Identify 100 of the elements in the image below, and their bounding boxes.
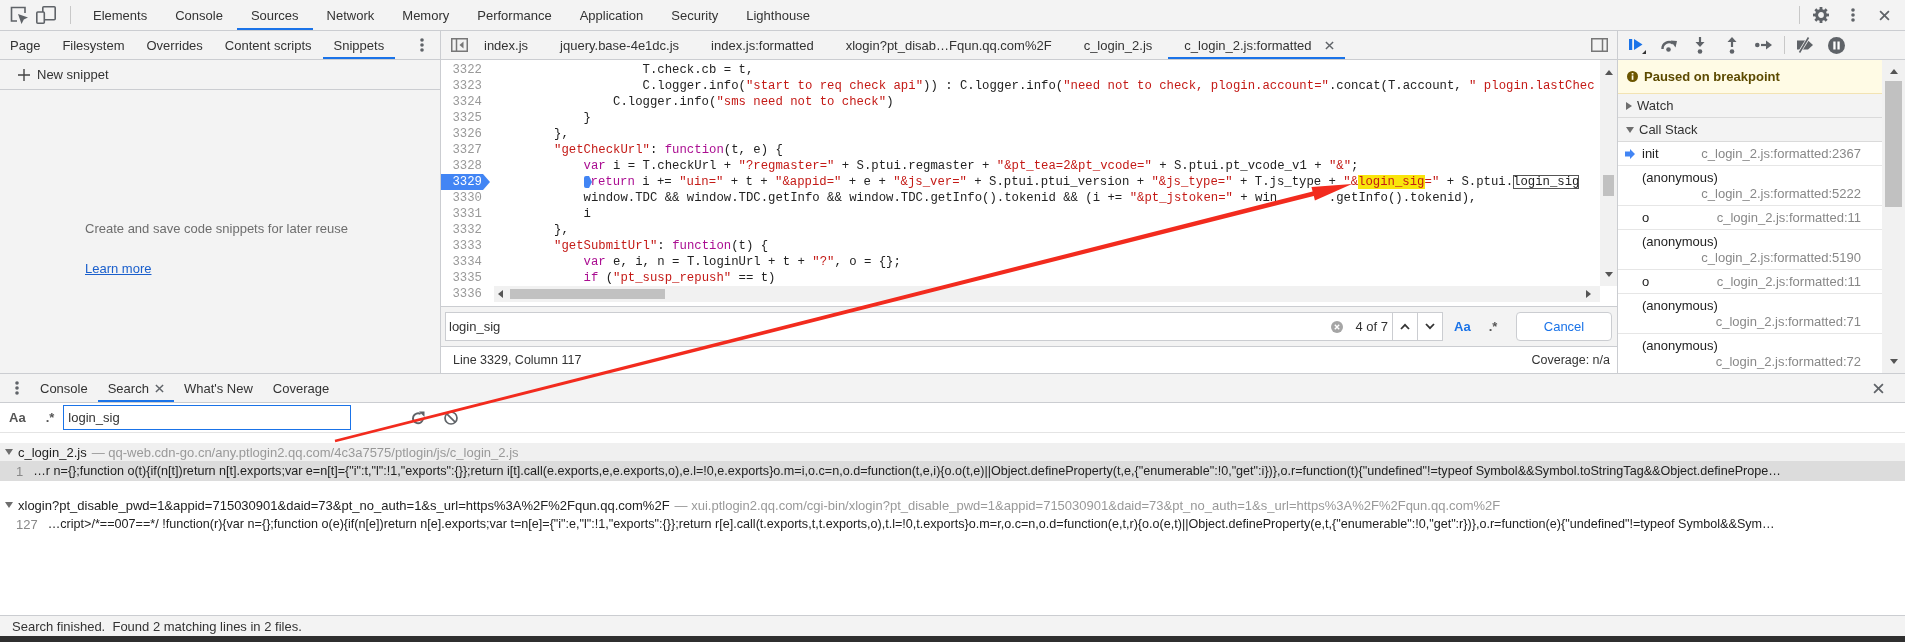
line-number: 3332 — [451, 222, 483, 238]
close-icon[interactable] — [154, 383, 164, 393]
regex-button[interactable]: .* — [45, 408, 55, 427]
panel-toggle-icon[interactable] — [451, 38, 468, 52]
triangle-left-icon[interactable] — [498, 290, 503, 298]
refresh-icon[interactable] — [411, 410, 426, 425]
line-number: 3326 — [451, 126, 483, 142]
line-number: 3333 — [451, 238, 483, 254]
file-tab[interactable]: c_login_2.js:formatted — [1168, 31, 1346, 59]
cursor-box-icon[interactable] — [10, 6, 28, 24]
regex-button[interactable]: .* — [1486, 317, 1500, 336]
call-stack-frame[interactable]: (anonymous) c_login_2.js:formatted:72 — [1618, 334, 1882, 373]
tab[interactable]: Security — [657, 0, 733, 30]
close-icon[interactable] — [1873, 382, 1884, 394]
tab[interactable]: Coverage — [262, 374, 340, 402]
triangle-right-icon[interactable] — [1626, 101, 1632, 110]
search-field[interactable]: login_sig — [63, 405, 352, 430]
code-line: }, — [553, 223, 569, 237]
plus-icon — [18, 68, 30, 81]
step-over-icon[interactable] — [1659, 38, 1678, 52]
file-tab[interactable]: xlogin?pt_disab…Fqun.qq.com%2F — [829, 31, 1068, 59]
gear-icon[interactable] — [1813, 7, 1829, 23]
tab[interactable]: Page — [0, 31, 52, 59]
search-result-line[interactable]: 127 …cript>/*==007==*/ !function(r){var n={};function o(e){if(n[e])return n[e].exports;var t=n[e]={"i":e,"l":!1,"exports":{}};return r[e].call(t.exports,t,t.exports,o),t.l=!0,t.exports}o.m=r,o.c=n,o.d=function(e,t,r){o.o(e,t)||Object.defineProperty(e,t,{"enumerable":!0,"get":r})},o.r=function(e){"undefined"!=typeof Symbol&&Sym… — [0, 514, 1905, 534]
previous-match-button[interactable] — [1393, 312, 1418, 341]
tab[interactable]: Console — [30, 374, 98, 402]
section-header[interactable]: Watch — [1618, 94, 1882, 118]
step-out-icon[interactable] — [1726, 36, 1737, 54]
code-line: C.logger.info("start to req check api")) : C.logger.info("need not to check, plogin.account=".concat(T.account, " plogin.lastChec — [641, 79, 1595, 93]
file-tab[interactable]: index.js:formatted — [695, 31, 830, 59]
menu-dots-icon[interactable] — [420, 38, 424, 52]
menu-dots-icon[interactable] — [15, 381, 19, 395]
tab[interactable]: Filesystem — [51, 31, 136, 59]
tab[interactable]: Memory — [388, 0, 464, 30]
next-match-button[interactable] — [1418, 312, 1443, 341]
chevron-down-icon — [1425, 323, 1435, 330]
pause-circle-icon[interactable] — [1827, 36, 1845, 54]
file-tab[interactable]: c_login_2.js — [1067, 31, 1169, 59]
coverage-status: Coverage: n/a — [1531, 353, 1610, 367]
file-tab[interactable]: index.js — [468, 31, 545, 59]
line-number: 3324 — [451, 94, 483, 110]
match-case-button[interactable]: Aa — [9, 408, 26, 427]
triangle-down-icon[interactable] — [1604, 272, 1613, 277]
file-tab[interactable]: jquery.base-4e1dc.js — [544, 31, 696, 59]
panel-toggle-icon[interactable] — [1591, 38, 1608, 52]
search-result-file[interactable]: c_login_2.js — qq-web.cdn-go.cn/any.ptlogin2.qq.com/4c3a7575/ptlogin/js/c_login_2.js — [0, 443, 1905, 461]
code-line: T.check.cb = t, — [641, 63, 754, 77]
tab[interactable]: Application — [565, 0, 658, 30]
scrollbar-thumb[interactable] — [510, 289, 665, 299]
line-number: 3322 — [451, 62, 483, 78]
tab[interactable]: Console — [161, 0, 237, 30]
close-icon[interactable] — [1325, 40, 1335, 50]
vertical-scrollbar[interactable] — [1600, 60, 1617, 286]
tab[interactable]: Elements — [79, 0, 162, 30]
paused-message: Paused on breakpoint — [1644, 69, 1780, 84]
breakpoints-off-icon[interactable] — [1795, 37, 1814, 53]
triangle-up-icon[interactable] — [1889, 69, 1898, 74]
learn-more-link[interactable]: Learn more — [85, 261, 152, 277]
chevron-up-icon — [1400, 323, 1410, 330]
triangle-down-icon[interactable] — [5, 502, 13, 508]
tab[interactable]: Network — [312, 0, 389, 30]
step-icon[interactable] — [1754, 40, 1772, 50]
new-snippet-button[interactable]: New snippet — [16, 62, 111, 87]
triangle-down-icon[interactable] — [1889, 359, 1898, 364]
tab[interactable]: What's New — [173, 374, 263, 402]
match-case-button[interactable]: Aa — [1452, 317, 1473, 336]
line-number: 3334 — [451, 254, 483, 270]
code-line: var e, i, n = T.loginUrl + t + "?", o = {}; — [582, 255, 901, 269]
code-line: "getCheckUrl": function(t, e) { — [553, 143, 783, 157]
code-line: C.logger.info("sms need not to check") — [612, 95, 894, 109]
tab[interactable]: Performance — [463, 0, 566, 30]
code-line: } — [582, 111, 591, 125]
ban-icon[interactable] — [444, 410, 459, 425]
find-field[interactable]: login_sig 4 of 7 — [445, 312, 1393, 341]
section-header[interactable]: Call Stack — [1618, 118, 1882, 142]
triangle-right-icon[interactable] — [1586, 290, 1591, 298]
line-number: 3323 — [451, 78, 483, 94]
close-icon[interactable] — [1879, 9, 1890, 21]
tab[interactable]: Content scripts — [213, 31, 323, 59]
vertical-scrollbar[interactable] — [1882, 60, 1905, 373]
menu-dots-icon[interactable] — [1851, 8, 1855, 22]
call-stack-frame[interactable]: o c_login_2.js:formatted:11 — [1618, 206, 1882, 230]
triangle-down-icon[interactable] — [1626, 126, 1634, 133]
step-into-icon[interactable] — [1695, 36, 1706, 54]
devices-icon[interactable] — [36, 6, 56, 24]
call-stack-frame[interactable]: init c_login_2.js:formatted:2367 — [1618, 142, 1882, 166]
search-result-file[interactable]: xlogin?pt_disable_pwd=1&appid=715030901&daid=73&pt_no_auth=1&s_url=https%3A%2F%2Fqun.qq.com%2F — xui.ptlogin2.qq.com/cgi-bin/xlogin?pt_disable_pwd=1&appid=715030901&daid=73&pt_no_auth=1&s_url=https%3A%2F%2Fqun.qq.com%2F — [0, 496, 1905, 514]
horizontal-scrollbar[interactable] — [494, 286, 1600, 302]
line-number: 3336 — [451, 286, 483, 302]
resume-icon[interactable] — [1628, 36, 1646, 54]
scrollbar-thumb[interactable] — [1603, 175, 1614, 196]
triangle-down-icon[interactable] — [5, 449, 13, 455]
tab[interactable]: Overrides — [135, 31, 214, 59]
cancel-button[interactable]: Cancel — [1516, 312, 1612, 341]
triangle-up-icon[interactable] — [1604, 70, 1613, 75]
call-stack-frame[interactable]: o c_login_2.js:formatted:11 — [1618, 270, 1882, 294]
tab[interactable]: Lighthouse — [732, 0, 824, 30]
scrollbar-thumb[interactable] — [1885, 81, 1902, 207]
tab[interactable]: Search — [97, 374, 174, 402]
tab[interactable]: Snippets — [322, 31, 396, 59]
